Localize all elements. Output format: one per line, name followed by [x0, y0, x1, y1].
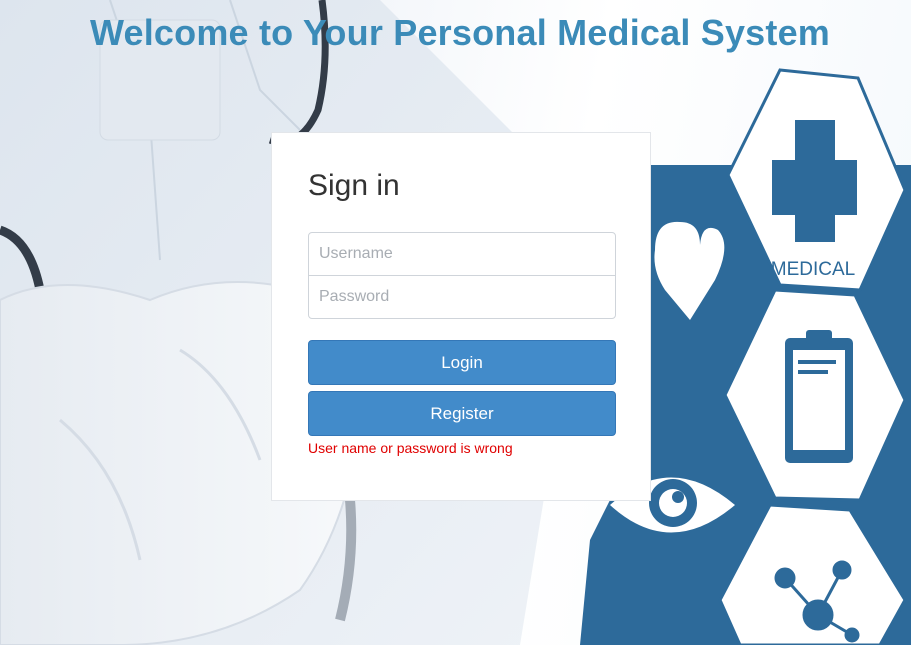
- username-input[interactable]: [308, 232, 616, 276]
- medical-label: MEDICAL: [771, 259, 855, 280]
- login-page: MEDICAL Welcome to Your Personal Medical…: [0, 0, 911, 645]
- signin-title: Sign in: [308, 169, 400, 202]
- login-button[interactable]: Login: [308, 340, 616, 385]
- signin-card: Sign in Login Register User name or pass…: [271, 132, 651, 501]
- register-button[interactable]: Register: [308, 391, 616, 436]
- clipboard-icon: [785, 330, 853, 463]
- password-input[interactable]: [308, 275, 616, 319]
- page-title: Welcome to Your Personal Medical System: [89, 12, 831, 53]
- login-error-message: User name or password is wrong: [308, 440, 513, 456]
